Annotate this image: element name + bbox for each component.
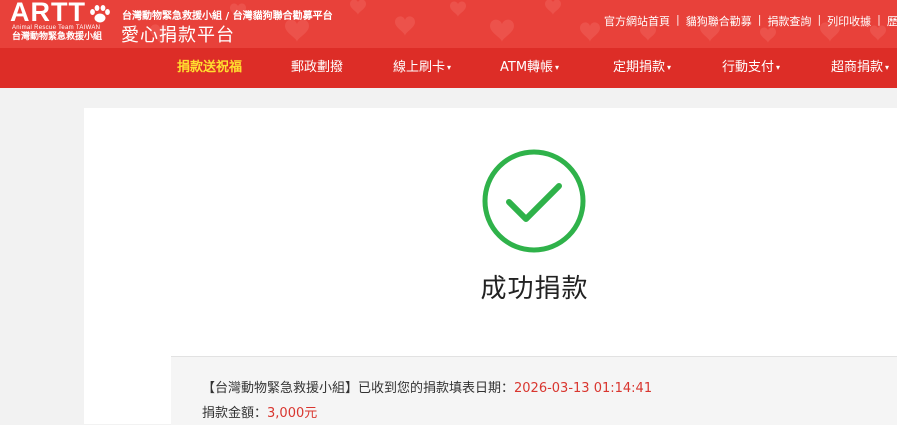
- nav-item-label: 超商捐款: [831, 60, 884, 75]
- nav-item-mobile-payment[interactable]: 行動支付 ▾: [722, 48, 780, 88]
- nav-item-label: 定期捐款: [613, 60, 666, 75]
- nav-item-label: 郵政劃撥: [291, 60, 344, 75]
- paw-icon: [90, 5, 110, 23]
- top-link-separator: |: [877, 13, 881, 26]
- top-link-separator: |: [676, 13, 680, 26]
- caret-down-icon: ▾: [667, 63, 672, 72]
- check-circle-icon: [482, 149, 586, 253]
- donation-amount: 3,000元: [267, 406, 318, 421]
- top-link-official-site[interactable]: 官方網站首頁: [604, 13, 670, 29]
- top-link-joint-fundraising[interactable]: 貓狗聯合勸募: [686, 13, 752, 29]
- success-title: 成功捐款: [480, 274, 589, 304]
- org-name-line: 台灣動物緊急救援小組 / 台灣貓狗聯合勸募平台: [122, 11, 333, 22]
- top-link-separator: |: [817, 13, 822, 26]
- nav-item-recurring-donation[interactable]: 定期捐款 ▾: [613, 48, 671, 88]
- main-nav: 捐款送祝福 郵政劃撥 線上刷卡 ▾ ATM轉帳 ▾ 定期捐款 ▾ 行動支付 ▾ 超商捐款…: [0, 48, 897, 88]
- nav-item-credit-card[interactable]: 線上刷卡 ▾: [393, 48, 451, 88]
- amount-line: 捐款金額：3,000元: [202, 402, 317, 421]
- nav-item-label: 行動支付: [722, 60, 775, 75]
- platform-title: 愛心捐款平台: [121, 25, 235, 46]
- received-message-text: 【台灣動物緊急救援小組】已收到您的捐款填表日期：: [202, 381, 515, 396]
- nav-item-convenience-store[interactable]: 超商捐款 ▾: [831, 48, 889, 88]
- logo-subtitle-zh: 台灣動物緊急救援小組: [12, 32, 103, 42]
- caret-down-icon: ▾: [555, 63, 560, 72]
- nav-item-label: 捐款送祝福: [177, 60, 243, 75]
- site-header: ARTT Animal Rescue Team TAIWAN 台灣動物緊急救援小…: [0, 0, 897, 48]
- donation-info-panel: 【台灣動物緊急救援小組】已收到您的捐款填表日期：2026-03-13 01:14…: [171, 356, 897, 425]
- caret-down-icon: ▾: [447, 63, 452, 72]
- nav-item-label: ATM轉帳: [500, 60, 554, 75]
- top-links: 官方網站首頁 | 貓狗聯合勸募 | 捐款查詢 | 列印收據 | 歷: [604, 13, 897, 29]
- caret-down-icon: ▾: [885, 63, 890, 72]
- nav-item-postal-transfer[interactable]: 郵政劃撥: [291, 48, 343, 88]
- top-link-history[interactable]: 歷: [887, 13, 897, 29]
- logo-text: ARTT: [10, 0, 86, 27]
- nav-item-atm-transfer[interactable]: ATM轉帳 ▾: [500, 48, 559, 88]
- top-link-print-receipt[interactable]: 列印收據: [827, 13, 871, 29]
- top-link-donation-query[interactable]: 捐款查詢: [767, 13, 811, 29]
- logo-subtitle-en: Animal Rescue Team TAIWAN: [12, 25, 101, 31]
- received-message: 【台灣動物緊急救援小組】已收到您的捐款填表日期：2026-03-13 01:14…: [202, 377, 652, 396]
- donation-date: 2026-03-13 01:14:41: [514, 381, 653, 396]
- artt-logo[interactable]: ARTT Animal Rescue Team TAIWAN 台灣動物緊急救援小…: [10, 0, 120, 46]
- top-link-separator: |: [757, 13, 762, 26]
- amount-label: 捐款金額：: [202, 406, 268, 421]
- nav-item-label: 線上刷卡: [393, 60, 446, 75]
- nav-item-donate-blessing[interactable]: 捐款送祝福: [177, 48, 242, 88]
- caret-down-icon: ▾: [776, 63, 781, 72]
